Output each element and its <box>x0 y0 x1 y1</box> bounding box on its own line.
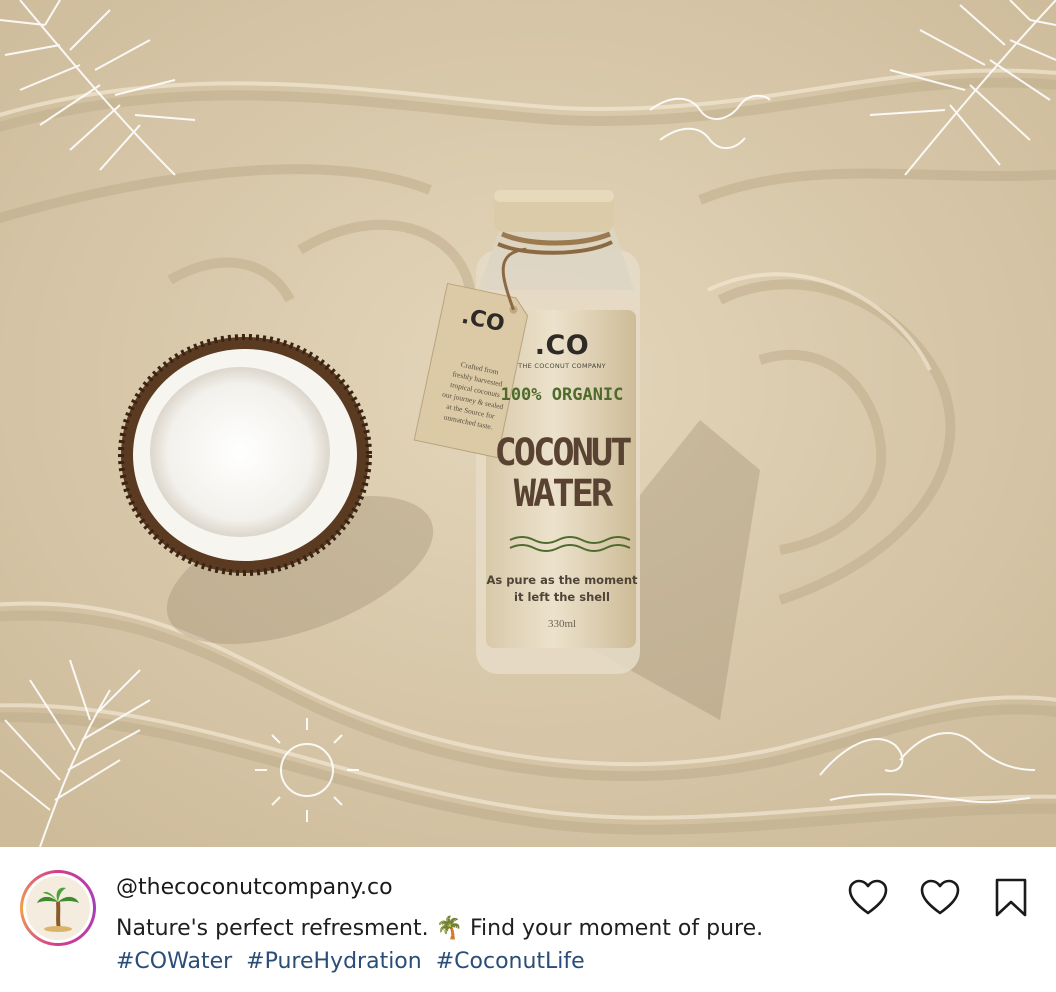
post-caption-text: Nature's perfect refresment. 🌴 Find your… <box>116 916 764 941</box>
tagline-line2: it left the shell <box>514 590 610 604</box>
hashtag-link[interactable]: #CoconutLife <box>436 949 585 974</box>
save-button[interactable] <box>990 877 1032 919</box>
post-image[interactable]: .CO THE COCONUT COMPANY 100% ORGANIC COC… <box>0 0 1056 847</box>
bottle-tagline: As pure as the moment it left the shell <box>486 572 638 606</box>
heart-icon <box>848 879 888 915</box>
heart-icon <box>920 879 960 915</box>
tagline-line1: As pure as the moment <box>486 573 638 587</box>
like-button[interactable] <box>847 877 889 919</box>
social-post: .CO THE COCONUT COMPANY 100% ORGANIC COC… <box>0 0 1056 992</box>
bottle-company-name: THE COCONUT COMPANY <box>518 362 606 370</box>
palm-tree-icon <box>26 876 90 940</box>
bookmark-icon <box>995 878 1027 917</box>
bottle-volume: 330ml <box>547 618 577 630</box>
bottle-product-name: COCONUT WATER <box>484 432 640 514</box>
coconut-half <box>118 334 372 576</box>
bottle-brand-logo: .CO <box>534 330 590 361</box>
hashtag-link[interactable]: #PureHydration <box>246 949 422 974</box>
sand-scene <box>0 0 1056 847</box>
post-hashtags: #COWater #PureHydration #CoconutLife <box>116 949 592 974</box>
avatar[interactable] <box>20 870 96 946</box>
post-username[interactable]: @thecoconutcompany.co <box>116 875 393 900</box>
product-name-line1: COCONUT <box>494 431 633 474</box>
palm-tree-glyph <box>37 887 79 932</box>
product-name-line2: WATER <box>513 472 613 515</box>
post-caption-bar: @thecoconutcompany.co Nature's perfect r… <box>0 847 1056 992</box>
second-like-button[interactable] <box>919 877 961 919</box>
hashtag-link[interactable]: #COWater <box>116 949 232 974</box>
